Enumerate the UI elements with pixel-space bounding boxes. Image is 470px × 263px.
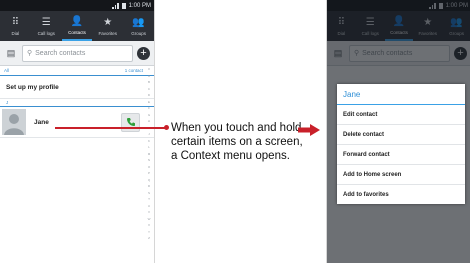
alphabet-index-letter[interactable]: Z (148, 235, 150, 242)
tab-call-logs[interactable]: ☰Call logs (31, 11, 62, 41)
battery-icon (121, 2, 126, 9)
contact-name: Jane (34, 118, 49, 126)
contact-row-jane[interactable]: Jane (0, 107, 154, 138)
menu-item-forward-contact[interactable]: Forward contact (337, 145, 465, 165)
search-row: ▤ ⚲ Search contacts + (0, 41, 154, 66)
menu-item-delete-contact[interactable]: Delete contact (337, 125, 465, 145)
avatar (2, 109, 26, 135)
menu-item-edit-contact[interactable]: Edit contact (337, 105, 465, 125)
context-menu-title: Jane (337, 84, 465, 105)
phone-icon (126, 118, 135, 126)
arrow-right-icon (298, 124, 320, 136)
tab-favorites[interactable]: ★Favorites (92, 11, 123, 41)
contacts-screen-right: 1:00 PM ⠿Dial ☰Call logs 👤Contacts ★Favo… (326, 0, 470, 263)
search-input[interactable]: ⚲ Search contacts (22, 44, 133, 62)
tab-bar: ⠿Dial ☰Call logs 👤Contacts ★Favorites 👥G… (0, 11, 154, 41)
call-logs-icon: ☰ (41, 16, 51, 28)
search-icon: ⚲ (27, 50, 33, 57)
contacts-screen-left: 1:00 PM ⠿ Dial ☰ Call logs 👤 Contacts ★ Favo… (0, 0, 155, 263)
status-bar: 1:00 PM (0, 0, 154, 11)
contacts-icon: 👤 (70, 15, 84, 27)
signal-icon (112, 2, 119, 9)
context-menu: Jane Edit contact Delete contact Forward… (337, 84, 465, 204)
callout-text: When you touch and hold certain items on… (171, 122, 303, 162)
call-button[interactable] (121, 112, 140, 132)
section-header: All 1 contact (0, 66, 154, 76)
groups-icon: 👥 (132, 16, 145, 28)
dialpad-icon: ⠿ (11, 16, 20, 28)
menu-item-add-to-home-screen[interactable]: Add to Home screen (337, 165, 465, 185)
menu-icon[interactable]: ▤ (4, 46, 18, 60)
status-time: 1:00 PM (128, 2, 151, 9)
tab-groups[interactable]: 👥Groups (123, 11, 154, 41)
set-up-profile-item[interactable]: Set up my profile (0, 76, 154, 99)
menu-item-add-to-favorites[interactable]: Add to favorites (337, 185, 465, 204)
letter-header: J (0, 99, 154, 107)
tab-contacts[interactable]: 👤Contacts (61, 11, 93, 41)
star-icon: ★ (103, 16, 113, 28)
add-contact-button[interactable]: + (137, 46, 150, 60)
alphabet-scrollbar[interactable]: #ABCDEFGHIJKLMNOPQRSTUVWXYZ (146, 66, 152, 242)
pointer-line (55, 125, 169, 130)
tab-dial[interactable]: ⠿Dial (0, 11, 31, 41)
